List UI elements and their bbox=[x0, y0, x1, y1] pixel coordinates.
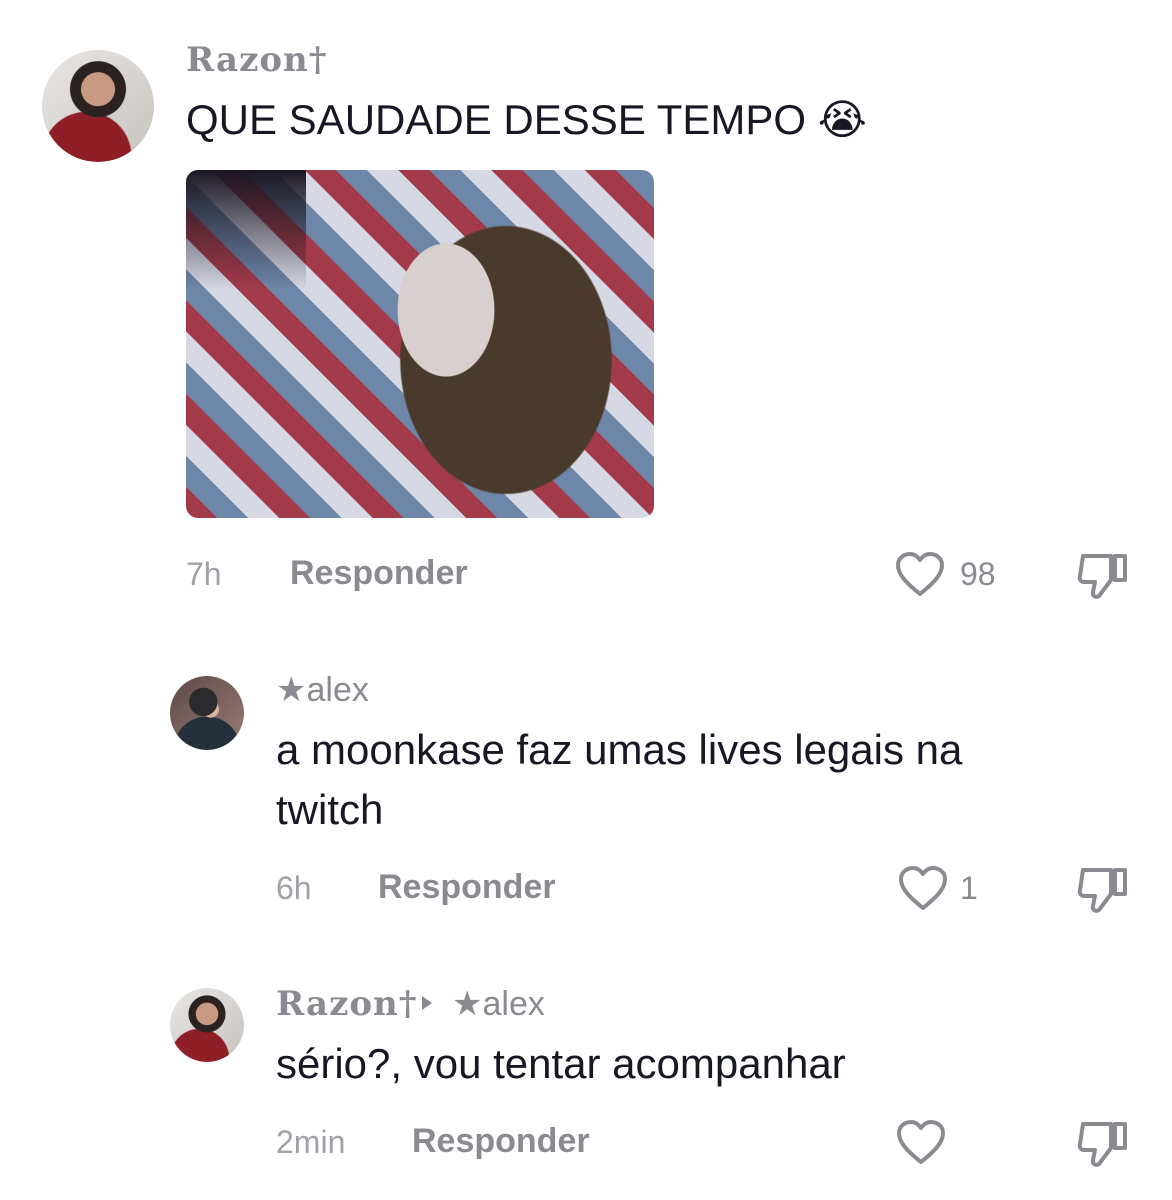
reply-button[interactable]: Responder bbox=[290, 554, 468, 593]
dislike-icon[interactable] bbox=[1075, 866, 1131, 916]
comment-time: 2min bbox=[276, 1124, 346, 1160]
comment-username[interactable]: Razon† bbox=[276, 984, 418, 1024]
comment-username[interactable]: ★alex bbox=[276, 670, 369, 710]
heart-outline-icon[interactable] bbox=[895, 552, 945, 598]
heart-outline-icon[interactable] bbox=[898, 866, 948, 912]
comment-time: 7h bbox=[186, 556, 222, 592]
like-count: 98 bbox=[960, 556, 996, 592]
reply-button[interactable]: Responder bbox=[412, 1122, 590, 1161]
comment-time: 6h bbox=[276, 870, 312, 906]
reply-to-username[interactable]: ★alex bbox=[452, 984, 545, 1024]
avatar[interactable] bbox=[170, 676, 244, 750]
avatar[interactable] bbox=[170, 988, 244, 1062]
dislike-icon[interactable] bbox=[1075, 1120, 1131, 1170]
comment-text: sério?, vou tentar acompanhar bbox=[276, 1040, 846, 1087]
reply-button[interactable]: Responder bbox=[378, 868, 556, 907]
heart-outline-icon[interactable] bbox=[896, 1120, 946, 1166]
comment-text: a moonkase faz umas lives legais na twit… bbox=[276, 726, 963, 833]
avatar[interactable] bbox=[42, 50, 154, 162]
comment-username[interactable]: Razon† bbox=[186, 40, 328, 80]
comment-text: QUE SAUDADE DESSE TEMPO 😭 bbox=[186, 96, 867, 143]
dislike-icon[interactable] bbox=[1075, 552, 1131, 602]
reply-arrow-icon bbox=[422, 996, 432, 1010]
like-count: 1 bbox=[960, 870, 978, 906]
comment-image[interactable] bbox=[186, 170, 654, 518]
